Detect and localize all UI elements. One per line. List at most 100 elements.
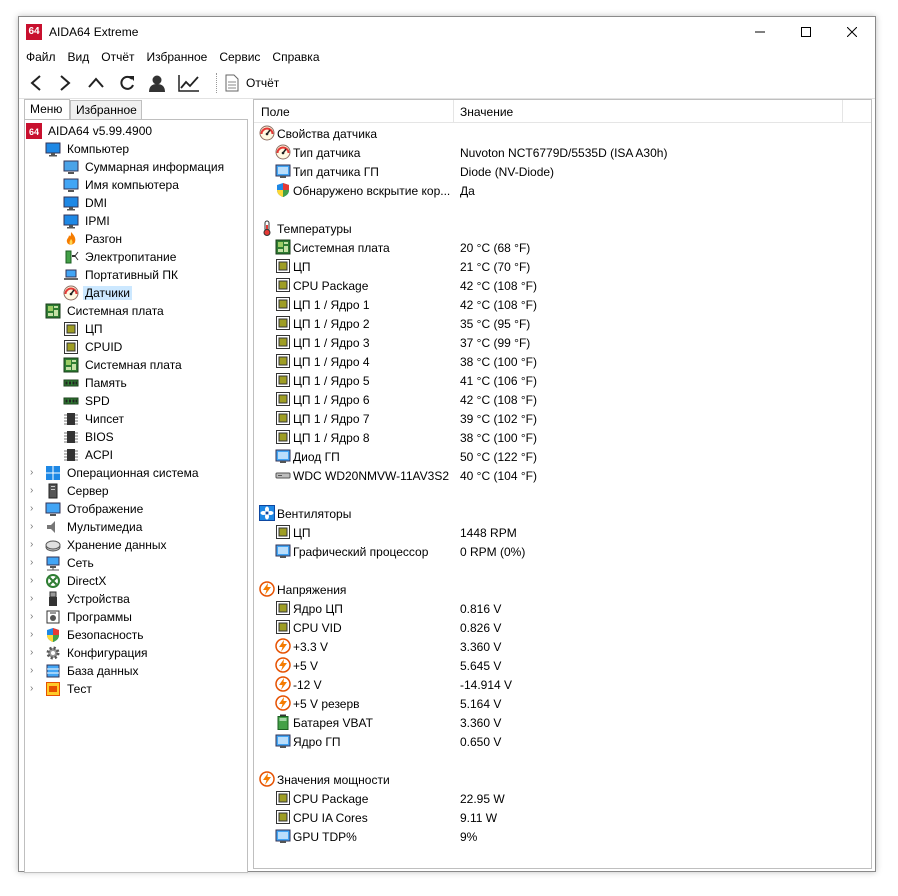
gpu-icon bbox=[275, 733, 291, 749]
minimize-button[interactable] bbox=[737, 17, 783, 47]
sensor-row[interactable]: CPU IA Cores 9.11 W bbox=[254, 808, 871, 827]
sensor-row[interactable]: Системная плата 20 °C (68 °F) bbox=[254, 238, 871, 257]
sensor-row[interactable]: ЦП 1 / Ядро 6 42 °C (108 °F) bbox=[254, 390, 871, 409]
tree-item[interactable]: Память bbox=[63, 374, 129, 392]
tree-item[interactable]: › Конфигурация bbox=[30, 644, 150, 662]
tree-item[interactable]: › Операционная система bbox=[30, 464, 201, 482]
tree-item[interactable]: › DirectX bbox=[30, 572, 108, 590]
sensor-row[interactable]: ЦП 1 / Ядро 7 39 °C (102 °F) bbox=[254, 409, 871, 428]
sensor-row[interactable]: ЦП 1 / Ядро 1 42 °C (108 °F) bbox=[254, 295, 871, 314]
tree-item[interactable]: Имя компьютера bbox=[63, 176, 181, 194]
expander-chevron-icon[interactable]: › bbox=[30, 630, 39, 640]
tree-item[interactable]: BIOS bbox=[63, 428, 116, 446]
column-divider[interactable] bbox=[453, 100, 454, 122]
tree-item[interactable]: Системная плата bbox=[45, 302, 166, 320]
maximize-button[interactable] bbox=[783, 17, 829, 47]
tree-item[interactable]: IPMI bbox=[63, 212, 112, 230]
expander-chevron-icon[interactable]: › bbox=[30, 612, 39, 622]
tab-favorites[interactable]: Избранное bbox=[70, 100, 142, 119]
tree-item[interactable]: Датчики bbox=[63, 284, 132, 302]
sensor-row[interactable]: GPU TDP% 9% bbox=[254, 827, 871, 846]
sensor-row[interactable]: ЦП 1 / Ядро 8 38 °C (100 °F) bbox=[254, 428, 871, 447]
sensor-row[interactable]: WDC WD20NMVW-11AV3S2 40 °C (104 °F) bbox=[254, 466, 871, 485]
report-button[interactable]: Отчёт bbox=[224, 71, 279, 95]
expander-chevron-icon[interactable]: › bbox=[30, 576, 39, 586]
menu-favorites[interactable]: Избранное bbox=[140, 47, 213, 64]
expander-chevron-icon[interactable]: › bbox=[30, 558, 39, 568]
tree-item[interactable]: Электропитание bbox=[63, 248, 178, 266]
expander-chevron-icon[interactable]: › bbox=[30, 522, 39, 532]
sensor-row[interactable]: +5 V резерв 5.164 V bbox=[254, 694, 871, 713]
expander-chevron-icon[interactable]: › bbox=[30, 504, 39, 514]
usb-icon bbox=[45, 591, 61, 607]
sensor-row[interactable]: CPU Package 22.95 W bbox=[254, 789, 871, 808]
sensor-row[interactable]: ЦП 1448 RPM bbox=[254, 523, 871, 542]
sensor-row[interactable]: CPU Package 42 °C (108 °F) bbox=[254, 276, 871, 295]
sensor-row[interactable]: ЦП 1 / Ядро 4 38 °C (100 °F) bbox=[254, 352, 871, 371]
tree-item[interactable]: SPD bbox=[63, 392, 112, 410]
tree-item[interactable]: Разгон bbox=[63, 230, 124, 248]
column-divider[interactable] bbox=[842, 100, 843, 122]
menu-report[interactable]: Отчёт bbox=[94, 47, 139, 64]
sensor-row[interactable]: Графический процессор 0 RPM (0%) bbox=[254, 542, 871, 561]
column-field[interactable]: Поле bbox=[261, 105, 290, 119]
column-value[interactable]: Значение bbox=[460, 105, 513, 119]
tree-item[interactable]: › База данных bbox=[30, 662, 140, 680]
voltage-icon bbox=[275, 695, 291, 711]
sensor-row[interactable]: +3.3 V 3.360 V bbox=[254, 637, 871, 656]
tab-menu[interactable]: Меню bbox=[24, 99, 70, 120]
tree-item[interactable]: Портативный ПК bbox=[63, 266, 180, 284]
menu-file[interactable]: Файл bbox=[19, 47, 61, 64]
sensor-row[interactable]: Ядро ГП 0.650 V bbox=[254, 732, 871, 751]
tree-item[interactable]: Системная плата bbox=[63, 356, 184, 374]
tree-item[interactable]: › Устройства bbox=[30, 590, 132, 608]
sensor-row[interactable]: Диод ГП 50 °C (122 °F) bbox=[254, 447, 871, 466]
server-icon bbox=[45, 483, 61, 499]
menu-service[interactable]: Сервис bbox=[212, 47, 265, 64]
benchmark-button[interactable] bbox=[176, 71, 202, 95]
close-button[interactable] bbox=[829, 17, 875, 47]
expander-chevron-icon[interactable]: › bbox=[30, 666, 39, 676]
tree-item[interactable]: Компьютер bbox=[45, 140, 131, 158]
sensor-row[interactable]: Батарея VBAT 3.360 V bbox=[254, 713, 871, 732]
sensor-row[interactable]: CPU VID 0.826 V bbox=[254, 618, 871, 637]
tree-item[interactable]: ЦП bbox=[63, 320, 105, 338]
sensor-row[interactable]: ЦП 1 / Ядро 5 41 °C (106 °F) bbox=[254, 371, 871, 390]
menu-view[interactable]: Вид bbox=[61, 47, 95, 64]
tree-item[interactable]: › Хранение данных bbox=[30, 536, 169, 554]
tree-item[interactable]: 64 AIDA64 v5.99.4900 bbox=[26, 122, 154, 140]
expander-chevron-icon[interactable]: › bbox=[30, 684, 39, 694]
sensor-row[interactable]: Обнаружено вскрытие кор... Да bbox=[254, 181, 871, 200]
tree-item[interactable]: › Мультимедиа bbox=[30, 518, 144, 536]
expander-chevron-icon[interactable]: › bbox=[30, 468, 39, 478]
sensor-row[interactable]: Тип датчика Nuvoton NCT6779D/5535D (ISA A… bbox=[254, 143, 871, 162]
refresh-button[interactable] bbox=[114, 71, 140, 95]
back-button[interactable] bbox=[23, 71, 49, 95]
tree-item[interactable]: › Тест bbox=[30, 680, 94, 698]
tree-item[interactable]: CPUID bbox=[63, 338, 124, 356]
tree-item[interactable]: › Сеть bbox=[30, 554, 96, 572]
sensor-row[interactable]: Ядро ЦП 0.816 V bbox=[254, 599, 871, 618]
tree-item[interactable]: › Программы bbox=[30, 608, 134, 626]
tree-item[interactable]: DMI bbox=[63, 194, 109, 212]
tree-item[interactable]: Суммарная информация bbox=[63, 158, 226, 176]
user-button[interactable] bbox=[145, 71, 171, 95]
tree-item[interactable]: › Отображение bbox=[30, 500, 145, 518]
up-button[interactable] bbox=[83, 71, 109, 95]
tree-item[interactable]: ACPI bbox=[63, 446, 115, 464]
sensor-row[interactable]: -12 V -14.914 V bbox=[254, 675, 871, 694]
tree-item[interactable]: › Сервер bbox=[30, 482, 111, 500]
menu-help[interactable]: Справка bbox=[265, 47, 324, 64]
expander-chevron-icon[interactable]: › bbox=[30, 648, 39, 658]
sensor-row[interactable]: ЦП 1 / Ядро 2 35 °C (95 °F) bbox=[254, 314, 871, 333]
expander-chevron-icon[interactable]: › bbox=[30, 594, 39, 604]
forward-button[interactable] bbox=[52, 71, 78, 95]
tree-item[interactable]: › Безопасность bbox=[30, 626, 146, 644]
expander-chevron-icon[interactable]: › bbox=[30, 540, 39, 550]
sensor-row[interactable]: +5 V 5.645 V bbox=[254, 656, 871, 675]
tree-item[interactable]: Чипсет bbox=[63, 410, 126, 428]
sensor-row[interactable]: Тип датчика ГП Diode (NV-Diode) bbox=[254, 162, 871, 181]
sensor-row[interactable]: ЦП 21 °C (70 °F) bbox=[254, 257, 871, 276]
sensor-row[interactable]: ЦП 1 / Ядро 3 37 °C (99 °F) bbox=[254, 333, 871, 352]
expander-chevron-icon[interactable]: › bbox=[30, 486, 39, 496]
